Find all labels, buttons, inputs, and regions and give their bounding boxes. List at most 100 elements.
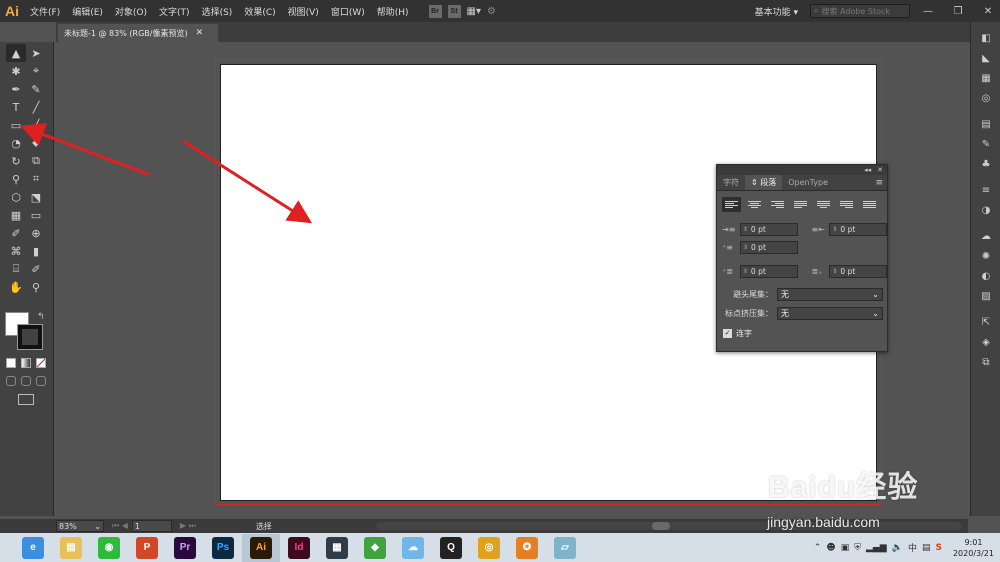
arrange-documents-icon[interactable]: ▦▾ bbox=[467, 6, 481, 17]
collapse-panel-icon[interactable]: ◂◂ bbox=[864, 166, 871, 174]
hand-tool-icon[interactable]: ✋ bbox=[6, 278, 26, 296]
export-icon[interactable]: ⇱ bbox=[971, 312, 1000, 332]
horizontal-scroll-thumb[interactable] bbox=[652, 522, 670, 530]
none-mode-icon[interactable] bbox=[36, 358, 46, 368]
stroke-color-swatch[interactable] bbox=[18, 325, 42, 349]
menu-window[interactable]: 窗口(W) bbox=[325, 5, 371, 18]
taskbar-app-cloud-app[interactable]: ☁ bbox=[394, 534, 432, 562]
justify-last-left-icon[interactable] bbox=[791, 197, 810, 212]
artboard-tool-icon[interactable]: ⌸ bbox=[6, 260, 26, 278]
taskbar-app-orange-app[interactable]: ✪ bbox=[508, 534, 546, 562]
shape-builder-tool-icon[interactable]: ⬡ bbox=[6, 188, 26, 206]
right-indent-field[interactable]: ⇕ 0 pt bbox=[829, 222, 887, 236]
selection-tool-icon[interactable]: ▲ bbox=[6, 44, 26, 62]
color-guide-icon[interactable]: ◣ bbox=[971, 48, 1000, 68]
direct-selection-tool-icon[interactable]: ➤ bbox=[26, 44, 46, 62]
justify-last-center-icon[interactable] bbox=[814, 197, 833, 212]
transparency-icon[interactable]: ◑ bbox=[971, 200, 1000, 220]
kinsoku-select[interactable]: 无 ⌄ bbox=[777, 288, 883, 301]
stock-button[interactable]: St bbox=[447, 4, 461, 18]
tab-character[interactable]: 字符 bbox=[717, 175, 745, 190]
taskbar-app-green-app[interactable]: ◆ bbox=[356, 534, 394, 562]
spinner-icon[interactable]: ⇕ bbox=[832, 268, 837, 275]
swap-fill-stroke-icon[interactable]: ↰ bbox=[37, 312, 45, 322]
gradient-tool-icon[interactable]: ▭ bbox=[26, 206, 46, 224]
sogou-icon[interactable]: S bbox=[935, 543, 941, 553]
column-graph-tool-icon[interactable]: ▮ bbox=[26, 242, 46, 260]
taskbar-app-browser[interactable]: e bbox=[14, 534, 52, 562]
taskbar-clock[interactable]: 9:01 2020/3/21 bbox=[953, 537, 994, 559]
panel-menu-icon[interactable]: ≡ bbox=[875, 178, 883, 188]
close-panel-icon[interactable]: ✕ bbox=[877, 166, 883, 174]
justify-last-right-icon[interactable] bbox=[837, 197, 856, 212]
action-center-icon[interactable]: ▤ bbox=[922, 543, 931, 553]
gpu-performance-icon[interactable]: ⚙ bbox=[487, 6, 496, 17]
taskbar-app-powerpoint[interactable]: P bbox=[128, 534, 166, 562]
color-panel-icon[interactable]: ◧ bbox=[971, 28, 1000, 48]
layers-icon[interactable]: ◈ bbox=[971, 332, 1000, 352]
curvature-tool-icon[interactable]: ✎ bbox=[26, 80, 46, 98]
draw-normal-icon[interactable] bbox=[6, 376, 16, 386]
security-icon[interactable]: ⛨ bbox=[854, 543, 861, 553]
taskbar-app-indesign[interactable]: Id bbox=[280, 534, 318, 562]
gradient-mode-icon[interactable] bbox=[21, 358, 31, 368]
menu-select[interactable]: 选择(S) bbox=[196, 5, 239, 18]
network-icon[interactable]: ▂▄▆ bbox=[866, 543, 887, 553]
restore-button[interactable]: ❐ bbox=[946, 6, 970, 17]
paintbrush-tool-icon[interactable]: ╱ bbox=[26, 116, 46, 134]
panel-title-bar[interactable]: ◂◂ ✕ bbox=[717, 165, 887, 175]
blend-tool-icon[interactable]: ⊕ bbox=[26, 224, 46, 242]
screen-mode-icon[interactable] bbox=[18, 394, 34, 405]
align-center-icon[interactable] bbox=[745, 197, 764, 212]
libraries-icon[interactable]: ▤ bbox=[971, 114, 1000, 134]
align-right-icon[interactable] bbox=[768, 197, 787, 212]
menu-help[interactable]: 帮助(H) bbox=[371, 5, 415, 18]
perspective-grid-tool-icon[interactable]: ⬔ bbox=[26, 188, 46, 206]
taskbar-app-video[interactable]: ▦ bbox=[318, 534, 356, 562]
tray-app-icon[interactable]: ▣ bbox=[841, 543, 850, 553]
menu-object[interactable]: 对象(O) bbox=[109, 5, 153, 18]
zoom-select[interactable]: 83% ⌄ bbox=[56, 520, 104, 532]
navigator-icon[interactable]: ✺ bbox=[971, 246, 1000, 266]
spinner-icon[interactable]: ⇕ bbox=[743, 244, 748, 251]
brushes-icon[interactable]: ✎ bbox=[971, 134, 1000, 154]
space-before-field[interactable]: ⇕ 0 pt bbox=[739, 264, 798, 278]
menu-edit[interactable]: 编辑(E) bbox=[66, 5, 109, 18]
minimize-button[interactable]: — bbox=[916, 6, 940, 17]
graphic-styles-icon[interactable]: ▨ bbox=[971, 286, 1000, 306]
magic-wand-tool-icon[interactable]: ✱ bbox=[6, 62, 26, 80]
artboard-nav-next[interactable]: ▶ ⏭ bbox=[180, 521, 196, 531]
space-after-field[interactable]: ⇕ 0 pt bbox=[829, 264, 887, 278]
stock-search-input[interactable]: ⌕ 搜索 Adobe Stock bbox=[810, 4, 910, 18]
pen-tool-icon[interactable]: ✒ bbox=[6, 80, 26, 98]
mojikumi-select[interactable]: 无 ⌄ bbox=[777, 307, 883, 320]
shaper-tool-icon[interactable]: ◔ bbox=[6, 134, 26, 152]
line-segment-tool-icon[interactable]: ╱ bbox=[26, 98, 46, 116]
document-tab[interactable]: 未标题-1 @ 83% (RGB/像素预览) ✕ bbox=[58, 24, 218, 42]
free-transform-tool-icon[interactable]: ⌗ bbox=[26, 170, 46, 188]
tab-opentype[interactable]: OpenType bbox=[782, 175, 834, 190]
swatches-icon[interactable]: ▦ bbox=[971, 68, 1000, 88]
symbols-icon[interactable]: ♣ bbox=[971, 154, 1000, 174]
hyphenate-checkbox[interactable]: ✓ bbox=[723, 328, 732, 338]
symbol-sprayer-tool-icon[interactable]: ⌘ bbox=[6, 242, 26, 260]
eraser-tool-icon[interactable]: ⬥ bbox=[26, 134, 46, 152]
rotate-tool-icon[interactable]: ↻ bbox=[6, 152, 26, 170]
appearance-icon[interactable]: ◎ bbox=[971, 88, 1000, 108]
taskbar-app-glass-app[interactable]: ▱ bbox=[546, 534, 584, 562]
artboard-nav-prev[interactable]: ⏮ ◀ bbox=[112, 521, 128, 531]
artboard-number-field[interactable]: 1 bbox=[131, 520, 172, 532]
stroke-icon[interactable]: ≡ bbox=[971, 180, 1000, 200]
close-button[interactable]: ✕ bbox=[976, 6, 1000, 17]
menu-type[interactable]: 文字(T) bbox=[153, 5, 196, 18]
taskbar-app-qq[interactable]: Q bbox=[432, 534, 470, 562]
menu-file[interactable]: 文件(F) bbox=[24, 5, 66, 18]
taskbar-app-explorer[interactable]: ▤ bbox=[52, 534, 90, 562]
menu-view[interactable]: 视图(V) bbox=[282, 5, 325, 18]
zoom-tool-icon[interactable]: ⚲ bbox=[26, 278, 46, 296]
workspace-switcher[interactable]: 基本功能 ▾ bbox=[755, 5, 798, 18]
taskbar-app-chrome[interactable]: ◎ bbox=[470, 534, 508, 562]
slice-tool-icon[interactable]: ✐ bbox=[26, 260, 46, 278]
type-tool-icon[interactable]: T bbox=[6, 98, 26, 116]
taskbar-app-photoshop[interactable]: Ps bbox=[204, 534, 242, 562]
